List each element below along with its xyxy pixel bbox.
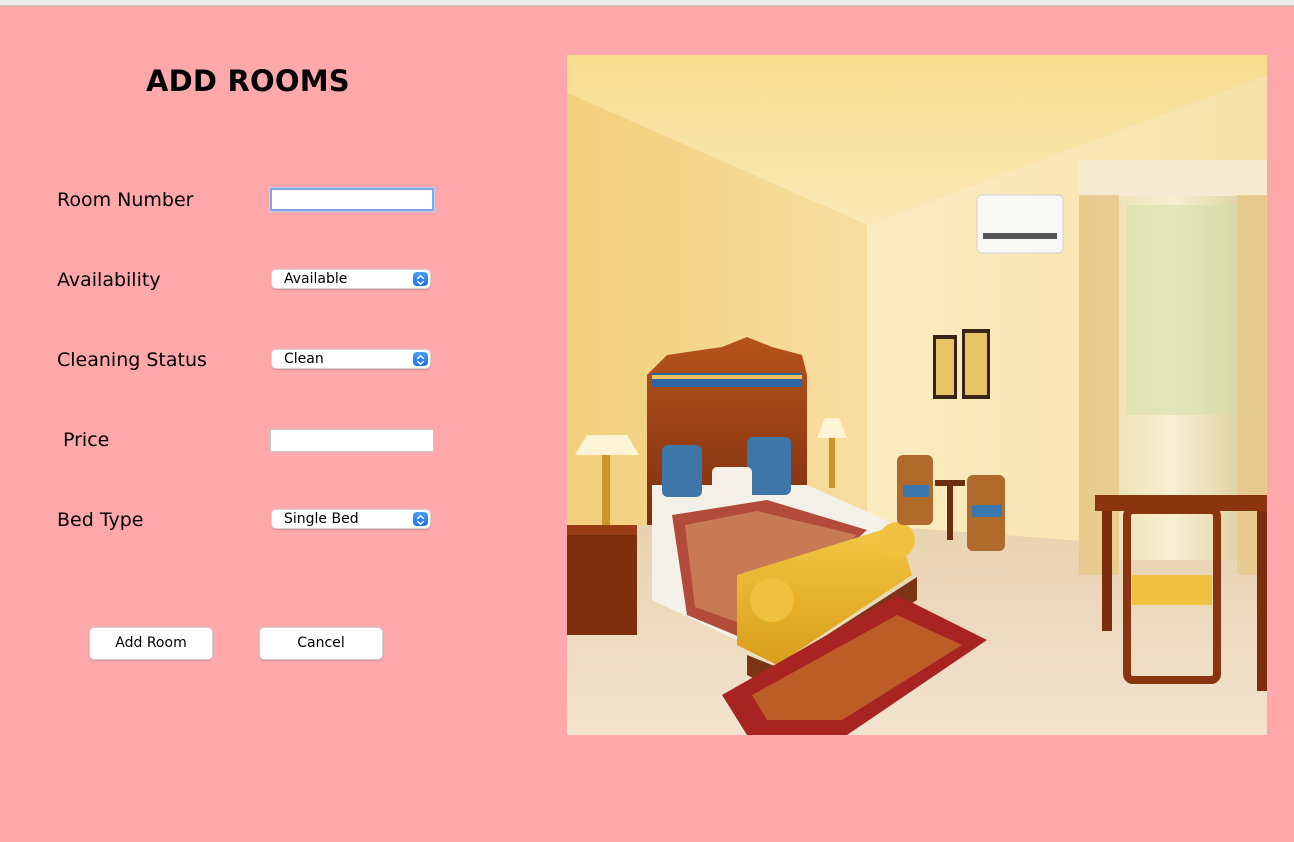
add-rooms-panel: ADD ROOMS Room Number Availability Avail… <box>0 6 1294 842</box>
price-label: Price <box>63 429 110 451</box>
cancel-button[interactable]: Cancel <box>259 627 383 660</box>
chevron-up-down-icon <box>413 352 428 366</box>
chevron-up-down-icon <box>413 512 428 526</box>
add-room-button[interactable]: Add Room <box>89 627 213 660</box>
chevron-up-down-icon <box>413 272 428 286</box>
hotel-room-photo <box>567 55 1267 735</box>
bed-type-select[interactable]: Single Bed <box>271 509 431 529</box>
cleaning-status-label: Cleaning Status <box>57 349 207 371</box>
cleaning-status-select[interactable]: Clean <box>271 349 431 369</box>
room-number-label: Room Number <box>57 189 194 211</box>
page-title: ADD ROOMS <box>146 64 350 98</box>
availability-select[interactable]: Available <box>271 269 431 289</box>
room-number-input[interactable] <box>270 188 434 211</box>
cleaning-status-select-value: Clean <box>284 351 324 367</box>
bed-type-label: Bed Type <box>57 509 144 531</box>
availability-label: Availability <box>57 269 161 291</box>
price-input[interactable] <box>270 429 434 452</box>
availability-select-value: Available <box>284 271 348 287</box>
bed-type-select-value: Single Bed <box>284 511 359 527</box>
